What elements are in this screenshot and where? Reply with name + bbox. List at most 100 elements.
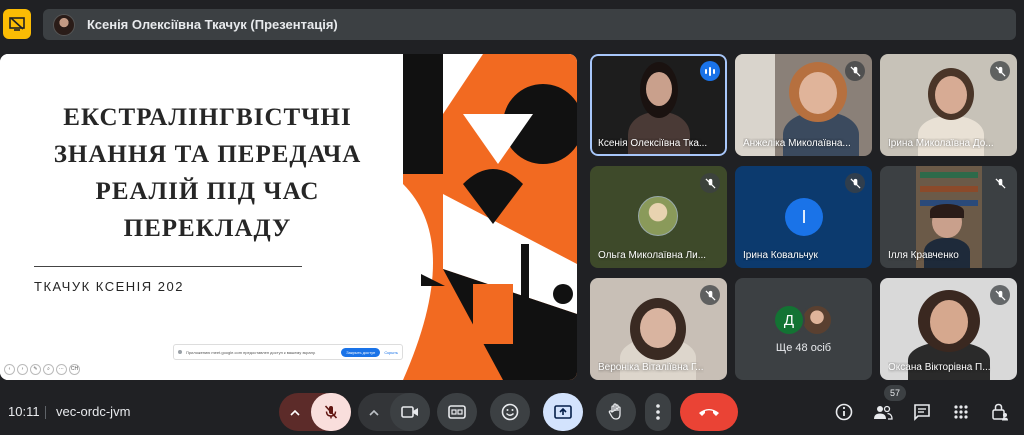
participant-face <box>646 72 672 106</box>
reactions-button[interactable] <box>490 393 530 431</box>
presentation-indicator-button[interactable] <box>3 9 31 39</box>
present-screen-icon <box>554 405 572 419</box>
participant-avatar: Д <box>773 304 805 336</box>
captions-button[interactable] <box>437 393 477 431</box>
mic-off-icon <box>700 285 720 305</box>
activities-button[interactable] <box>949 400 973 424</box>
speaking-indicator-icon <box>700 61 720 81</box>
slide-divider <box>34 266 302 267</box>
more-participants-tile[interactable]: Д Ще 48 осіб <box>735 278 872 380</box>
mic-off-icon <box>845 173 865 193</box>
divider <box>45 406 46 419</box>
meet-window: Ксенія Олексіївна Ткачук (Презентація) Е… <box>0 0 1024 435</box>
people-button[interactable] <box>871 400 895 424</box>
meeting-details-button[interactable] <box>832 400 856 424</box>
participant-face <box>930 300 968 344</box>
slide-abstract-art <box>403 54 577 380</box>
participant-face <box>640 308 676 348</box>
participant-name: Ольга Миколаївна Ли... <box>598 250 707 261</box>
apps-grid-icon <box>954 405 968 419</box>
participant-tile[interactable]: І Ірина Ковальчук <box>735 166 872 268</box>
meeting-code: vec-ordc-jvm <box>56 404 131 419</box>
chevron-up-icon <box>290 409 300 416</box>
chat-icon <box>914 404 930 421</box>
hide-notice-link[interactable]: Скрыть <box>384 350 398 355</box>
mic-off-icon <box>324 405 338 419</box>
lock-person-icon <box>992 403 1008 421</box>
slide-title-line: ПЕРЕКЛАДУ <box>123 215 292 242</box>
participant-name: Ілля Кравченко <box>888 250 959 261</box>
more-vert-icon <box>656 404 660 420</box>
screen-share-off-icon <box>9 17 25 31</box>
emoji-icon <box>501 403 519 421</box>
meeting-clock: 10:11 <box>8 404 40 419</box>
camera-icon <box>401 406 418 418</box>
slide-tool-more-icon[interactable]: ⋯ <box>56 364 67 375</box>
mic-off-icon <box>990 173 1010 193</box>
participant-video <box>918 116 984 156</box>
participant-tile[interactable]: Оксана Вікторівна П... <box>880 278 1017 380</box>
participant-name: Оксана Вікторівна П... <box>888 362 991 373</box>
screen-share-notice-text: Приложению meet.google.com предоставлен … <box>186 349 316 355</box>
more-options-button[interactable] <box>645 393 671 431</box>
presenter-banner: Ксенія Олексіївна Ткачук (Презентація) <box>43 9 1016 40</box>
slide-tool-prev-icon[interactable]: ‹ <box>4 364 15 375</box>
mic-control-group <box>279 393 351 431</box>
participant-face <box>935 76 967 114</box>
slide-text-area: ЕКСТРАЛІНГВІСТЧНІ ЗНАННЯ ТА ПЕРЕДАЧА РЕА… <box>0 54 405 380</box>
mic-toggle-button[interactable] <box>311 393 351 431</box>
camera-control-group <box>358 393 430 431</box>
leave-call-button[interactable] <box>680 393 738 431</box>
audio-options-button[interactable] <box>279 393 311 431</box>
host-controls-button[interactable] <box>988 400 1012 424</box>
presentation-view[interactable]: ЕКСТРАЛІНГВІСТЧНІ ЗНАННЯ ТА ПЕРЕДАЧА РЕА… <box>0 54 577 380</box>
slide-tool-pen-icon[interactable]: ✎ <box>30 364 41 375</box>
participant-avatar <box>638 196 678 236</box>
raise-hand-button[interactable] <box>596 393 636 431</box>
mic-off-icon <box>845 61 865 81</box>
participant-name: Ксенія Олексіївна Тка... <box>598 138 708 149</box>
presenter-avatar <box>53 13 75 36</box>
participant-tile[interactable]: Анжеліка Миколаївна... <box>735 54 872 156</box>
mic-off-icon <box>990 61 1010 81</box>
people-icon <box>874 405 893 420</box>
participant-name: Ірина Миколаївна До... <box>888 138 994 149</box>
slide-title-line: ЕКСТРАЛІНГВІСТЧНІ <box>63 104 352 131</box>
participant-tile[interactable]: Ольга Миколаївна Ли... <box>590 166 727 268</box>
participant-video <box>628 112 690 156</box>
slide-toolbar: ‹ › ✎ ⌕ ⋯ CH <box>4 364 80 375</box>
video-options-button[interactable] <box>358 393 390 431</box>
chat-button[interactable] <box>910 400 934 424</box>
people-count-badge: 57 <box>884 385 906 401</box>
participant-name: Ірина Ковальчук <box>743 250 818 261</box>
info-icon <box>835 403 853 421</box>
slide-tool-next-icon[interactable]: › <box>17 364 28 375</box>
camera-toggle-button[interactable] <box>390 393 430 431</box>
slide-title-line: ЗНАННЯ ТА ПЕРЕДАЧА <box>53 141 362 168</box>
participant-tile[interactable]: Ілля Кравченко <box>880 166 1017 268</box>
participant-tile[interactable]: Ірина Миколаївна До... <box>880 54 1017 156</box>
participant-face <box>799 72 837 114</box>
participant-name: Анжеліка Миколаївна... <box>743 138 851 149</box>
info-dot-icon <box>178 350 182 354</box>
present-screen-button[interactable] <box>543 393 583 431</box>
presenter-title: Ксенія Олексіївна Ткачук (Презентація) <box>87 17 338 32</box>
closed-captions-icon <box>448 405 466 419</box>
slide-subtitle: ТКАЧУК КСЕНІЯ 202 <box>34 279 184 294</box>
participant-name: Вероніка Віталіївна Г... <box>598 362 704 373</box>
raise-hand-icon <box>608 403 621 420</box>
slide-title-line: РЕАЛІЙ ПІД ЧАС <box>95 178 320 205</box>
slide-tool-zoom-icon[interactable]: ⌕ <box>43 364 54 375</box>
stop-sharing-button[interactable]: Закрыть доступ <box>341 347 381 357</box>
participant-avatar: І <box>785 198 823 236</box>
call-end-icon <box>699 409 719 416</box>
chevron-up-icon <box>369 409 379 416</box>
slide-tool-badge[interactable]: CH <box>69 364 80 375</box>
participant-avatar <box>801 304 833 336</box>
more-participants-label: Ще 48 осіб <box>775 342 832 354</box>
mic-off-icon <box>700 173 720 193</box>
participant-tile[interactable]: Ксенія Олексіївна Тка... <box>590 54 727 156</box>
screen-share-notice: Приложению meet.google.com предоставлен … <box>173 344 403 360</box>
mic-off-icon <box>990 285 1010 305</box>
participant-tile[interactable]: Вероніка Віталіївна Г... <box>590 278 727 380</box>
